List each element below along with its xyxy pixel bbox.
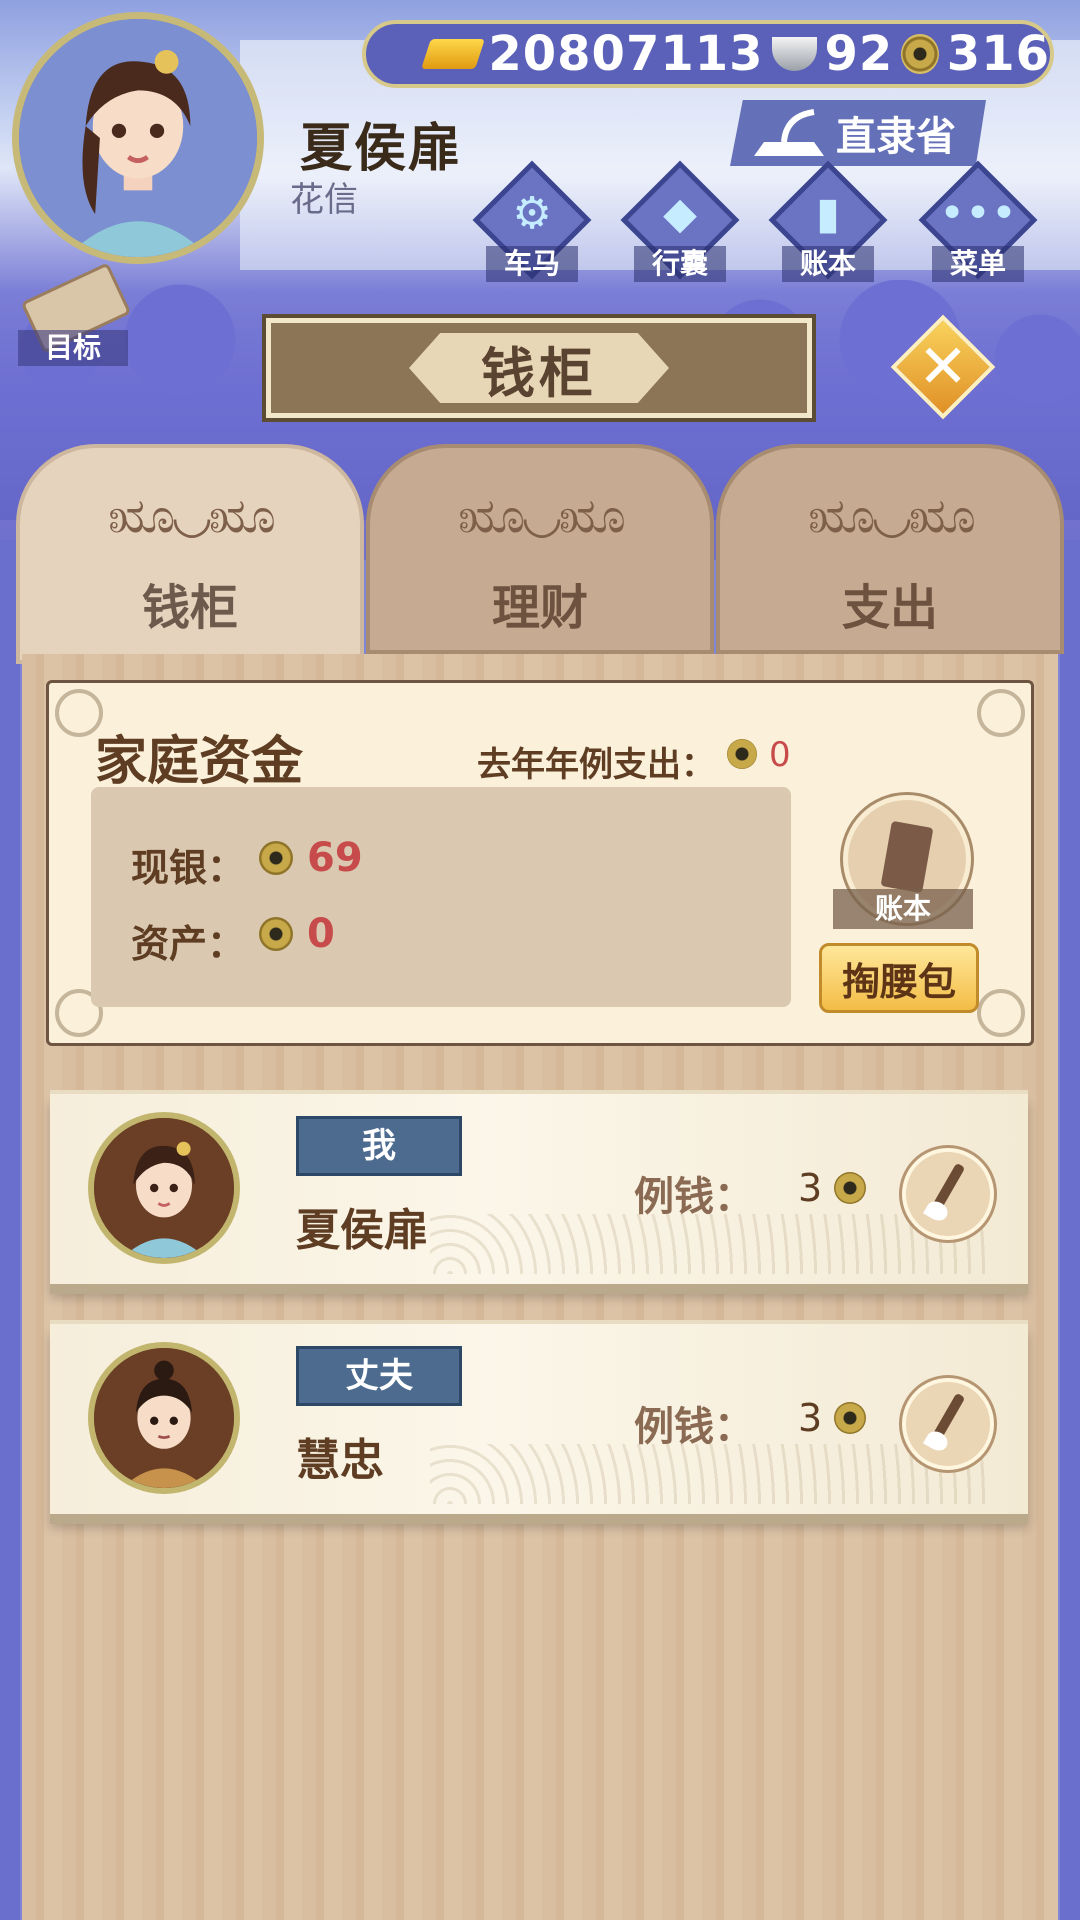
member-name: 夏侯扉 (296, 1205, 428, 1256)
panel-title: 钱柜 (481, 341, 597, 405)
currency-bar: 20807113 92 316 (362, 20, 1054, 88)
tab-expenses[interactable]: ೠ◡ೠ 支出 (716, 444, 1064, 654)
coin-icon (834, 1402, 866, 1434)
wave-pattern (430, 1214, 990, 1274)
nav-menu[interactable]: ••• 菜单 (918, 160, 1038, 288)
player-avatar[interactable] (12, 12, 264, 264)
wave-pattern (430, 1444, 990, 1504)
coin-icon (259, 917, 293, 951)
tab-label: 支出 (841, 580, 938, 636)
family-funds-title: 家庭资金 (95, 732, 304, 792)
allowance-label: 例钱： (634, 1174, 754, 1220)
nav-ledger[interactable]: ▮ 账本 (768, 160, 888, 288)
tab-label: 钱柜 (141, 580, 238, 636)
book-icon (880, 820, 934, 894)
close-icon: ✕ (917, 332, 969, 402)
cloud-knot-icon: ೠ◡ೠ (108, 488, 276, 544)
bag-icon: ◆ (663, 188, 697, 239)
member-role-badge: 我 (296, 1116, 462, 1176)
purse-button[interactable]: 掏腰包 (819, 943, 979, 1013)
region-label: 直隶省 (836, 114, 956, 160)
family-funds-card: 家庭资金 去年年例支出： 0 现银： 69 资产： 0 账本 掏腰包 (46, 680, 1034, 1046)
player-title: 花信 (290, 180, 358, 220)
member-card: 丈夫 慧忠 例钱： 3 (50, 1320, 1028, 1514)
corner-ornament (977, 989, 1025, 1037)
member-avatar[interactable] (88, 1112, 240, 1264)
gold-ingot-icon (421, 39, 486, 69)
nav-label: 车马 (486, 246, 578, 282)
assets-value: 0 (307, 911, 335, 957)
menu-icon: ••• (939, 188, 1017, 239)
tab-cashbox[interactable]: ೠ◡ೠ 钱柜 (16, 444, 364, 664)
coin-icon (727, 739, 757, 769)
coin-icon (259, 841, 293, 875)
assets-label: 资产： (131, 922, 246, 966)
cash-value: 69 (307, 835, 363, 881)
allowance-value: 3 (798, 1396, 823, 1440)
side-frame-right (1060, 540, 1080, 1920)
nav-label: 行囊 (634, 246, 726, 282)
tab-finance[interactable]: ೠ◡ೠ 理财 (366, 444, 714, 654)
cloud-knot-icon: ೠ◡ೠ (458, 488, 626, 544)
nav-label: 菜单 (932, 246, 1024, 282)
corner-ornament (977, 689, 1025, 737)
edit-allowance-button[interactable] (902, 1148, 994, 1240)
funds-summary: 现银： 69 资产： 0 (91, 787, 791, 1007)
cloud-knot-icon: ೠ◡ೠ (808, 488, 976, 544)
goal-label: 目标 (18, 330, 128, 366)
panel-title-frame: 钱柜 (409, 333, 669, 403)
nav-label: 账本 (782, 246, 874, 282)
tab-label: 理财 (491, 580, 588, 636)
allowance-value: 3 (798, 1166, 823, 1210)
cash-label: 现银： (131, 846, 246, 890)
copper-coin-icon (901, 34, 939, 74)
copper-amount: 316 (946, 26, 1050, 82)
member-avatar[interactable] (88, 1342, 240, 1494)
ledger-label[interactable]: 账本 (833, 889, 973, 929)
nav-bag[interactable]: ◆ 行囊 (620, 160, 740, 288)
silver-ingot-icon (771, 37, 817, 71)
seal-icon (754, 109, 824, 156)
last-year-value: 0 (769, 735, 791, 775)
silver-amount: 92 (824, 26, 894, 82)
panel-title-plaque: 钱柜 (262, 314, 816, 422)
gold-amount: 20807113 (488, 26, 764, 82)
member-name: 慧忠 (296, 1435, 384, 1486)
player-name: 夏侯扉 (300, 119, 463, 179)
last-year-label: 去年年例支出： (477, 745, 715, 785)
coin-icon (834, 1172, 866, 1204)
nav-carriage[interactable]: ⚙ 车马 (472, 160, 592, 288)
side-frame-left (0, 540, 20, 1920)
brush-tip (922, 1427, 952, 1455)
carriage-icon: ⚙ (512, 188, 552, 239)
member-role-badge: 丈夫 (296, 1346, 462, 1406)
ledger-icon: ▮ (815, 188, 841, 239)
goal-button[interactable]: 目标 (18, 262, 132, 370)
brush-tip (922, 1197, 952, 1225)
allowance-label: 例钱： (634, 1404, 754, 1450)
member-card: 我 夏侯扉 例钱： 3 (50, 1090, 1028, 1284)
region-button[interactable]: 直隶省 (730, 100, 986, 166)
edit-allowance-button[interactable] (902, 1378, 994, 1470)
